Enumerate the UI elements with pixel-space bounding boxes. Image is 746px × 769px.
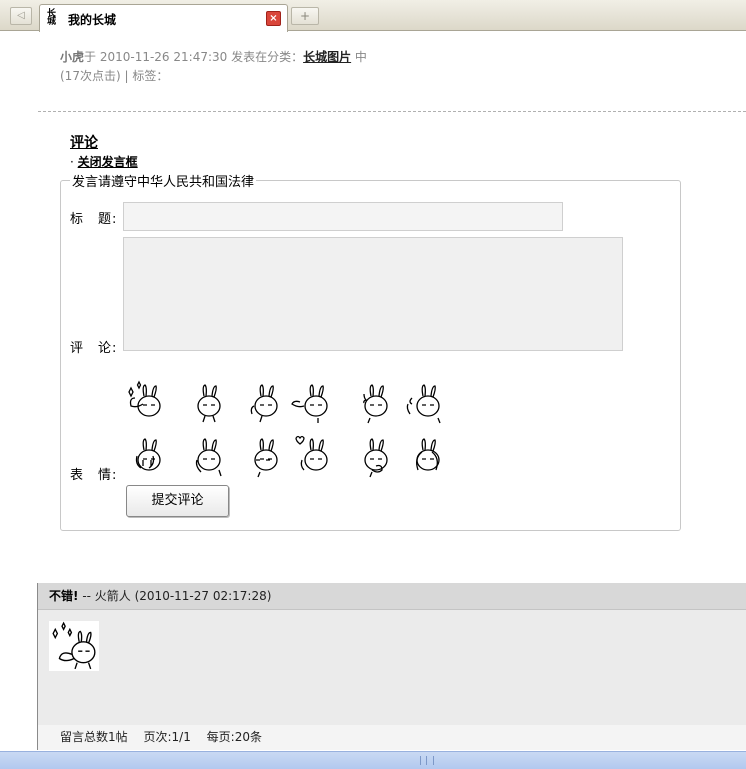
comment-form-fieldset bbox=[60, 180, 681, 531]
emoji-label: 表 情: bbox=[70, 468, 118, 483]
sweat-bunny-emoji[interactable] bbox=[350, 376, 398, 424]
comment-item: 不错! -- 火箭人 (2010-11-27 02:17:28) bbox=[37, 583, 746, 725]
tags-label: | 标签： bbox=[120, 69, 169, 83]
comment-title: 不错! bbox=[49, 589, 79, 603]
side-bunny-emoji[interactable] bbox=[240, 376, 288, 424]
thinking-bunny-emoji[interactable] bbox=[350, 430, 398, 478]
back-bunny-emoji[interactable] bbox=[183, 430, 231, 478]
tab-scroll-left-button[interactable]: ◁ bbox=[10, 7, 32, 25]
tab-my-great-wall[interactable]: 长城 我的长城 × bbox=[39, 4, 288, 32]
close-tab-icon[interactable]: × bbox=[266, 11, 281, 26]
close-comment-form-link[interactable]: 关闭发言框 bbox=[78, 155, 138, 169]
title-input[interactable] bbox=[123, 202, 563, 231]
title-label: 标 题: bbox=[70, 212, 118, 227]
section-divider bbox=[38, 111, 746, 112]
sparkle-bunny-emoji bbox=[49, 621, 99, 671]
comment-textarea[interactable] bbox=[123, 237, 623, 351]
form-legend: 发言请遵守中华人民共和国法律 bbox=[70, 171, 257, 190]
scrollbar-grip-icon[interactable] bbox=[420, 756, 434, 765]
click-count: (17次点击) bbox=[60, 69, 121, 83]
category-suffix: 中 bbox=[351, 50, 367, 64]
total-comments: 留言总数1帖 bbox=[60, 730, 128, 744]
comment-stats-footer: 留言总数1帖 页次:1/1 每页:20条 bbox=[37, 725, 746, 750]
post-author: 小虎 bbox=[60, 50, 85, 64]
submit-comment-button[interactable]: 提交评论 bbox=[126, 485, 229, 517]
per-page-indicator: 每页:20条 bbox=[206, 730, 262, 744]
shy-bunny-emoji[interactable] bbox=[240, 430, 288, 478]
horizontal-scrollbar[interactable] bbox=[0, 751, 746, 769]
post-date-text: 于 2010-11-26 21:47:30 发表在分类： bbox=[84, 50, 304, 64]
pointing-bunny-emoji[interactable] bbox=[290, 376, 338, 424]
crying-bunny-emoji[interactable] bbox=[123, 430, 171, 478]
close-form-row: · 关闭发言框 bbox=[70, 153, 138, 170]
site-favicon-icon: 长城 bbox=[47, 9, 57, 27]
comment-label: 评 论: bbox=[70, 341, 118, 356]
category-link[interactable]: 长城图片 bbox=[303, 50, 351, 64]
plain-bunny-emoji[interactable] bbox=[183, 376, 231, 424]
sparkle-bunny-emoji[interactable] bbox=[123, 376, 171, 424]
comment-heading[interactable]: 评论 bbox=[70, 132, 98, 152]
new-tab-button[interactable]: + bbox=[291, 7, 319, 25]
comment-header: 不错! -- 火箭人 (2010-11-27 02:17:28) bbox=[38, 583, 746, 610]
comment-author-line: -- 火箭人 (2010-11-27 02:17:28) bbox=[82, 589, 272, 603]
tab-title: 我的长城 bbox=[68, 13, 117, 27]
turning-bunny-emoji[interactable] bbox=[402, 376, 450, 424]
heart-bunny-emoji[interactable] bbox=[290, 430, 338, 478]
browser-tab-bar: ◁ 长城 我的长城 × + bbox=[0, 0, 746, 32]
bullet-text: · bbox=[70, 155, 78, 169]
page-indicator: 页次:1/1 bbox=[143, 730, 191, 744]
hug-bunny-emoji[interactable] bbox=[402, 430, 450, 478]
post-meta: 小虎于 2010-11-26 21:47:30 发表在分类：长城图片 中 (17… bbox=[60, 48, 367, 86]
